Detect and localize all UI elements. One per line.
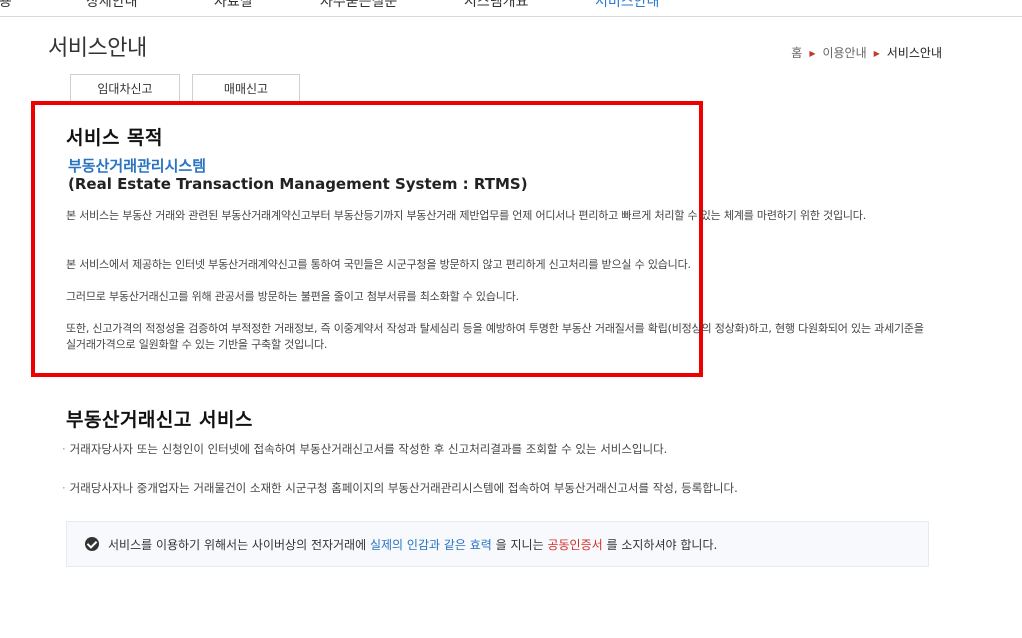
purpose-paragraph: 또한, 신고가격의 적정성을 검증하여 부적정한 거래정보, 즉 이중계약서 작… (66, 322, 924, 351)
nav-item-2[interactable]: 상세안내 (86, 0, 138, 11)
notice-highlight-certificate: 공동인증서 (547, 538, 603, 552)
purpose-paragraph-1-wrap: 본 서비스는 부동산 거래와 관련된 부동산거래계약신고부터 부동산등기까지 부… (66, 208, 926, 224)
bullet-dot-icon: · (62, 481, 66, 495)
notice-prefix: 서비스를 이용하기 위해서는 사이버상의 전자거래에 (108, 538, 367, 552)
purpose-paragraph: 본 서비스는 부동산 거래와 관련된 부동산거래계약신고부터 부동산등기까지 부… (66, 209, 867, 222)
system-name: 부동산거래관리시스템 (68, 157, 207, 175)
service-heading-wrap: 부동산거래신고 서비스 (66, 405, 253, 432)
service-list-item: · 거래당사자나 중개업자는 거래물건이 소재한 시군구청 홈페이지의 부동산거래… (62, 480, 738, 496)
system-english-name: (Real Estate Transaction Management Syst… (68, 175, 528, 193)
purpose-paragraph-2-wrap: 본 서비스에서 제공하는 인터넷 부동산거래계약신고를 통하여 국민들은 시군구… (66, 257, 926, 273)
tab-sale-report[interactable]: 매매신고 (192, 74, 300, 101)
tab-lease-report[interactable]: 임대차신고 (70, 74, 180, 101)
service-heading: 부동산거래신고 서비스 (66, 409, 253, 431)
notice-suffix: 를 소지하셔야 합니다. (606, 538, 718, 552)
purpose-paragraph-4-wrap: 또한, 신고가격의 적정성을 검증하여 부적정한 거래정보, 즉 이중계약서 작… (66, 321, 926, 353)
purpose-paragraph: 그러므로 부동산거래신고를 위해 관공서를 방문하는 불편을 줄이고 첨부서류를… (66, 290, 519, 303)
nav-item-5[interactable]: 시스템개요 (464, 0, 528, 11)
notice-middle: 을 지니는 (495, 538, 544, 552)
page-title: 서비스안내 (48, 36, 147, 61)
notice-text: 서비스를 이용하기 위해서는 사이버상의 전자거래에 실제의 인감과 같은 효력… (108, 536, 717, 553)
purpose-paragraph-3-wrap: 그러므로 부동산거래신고를 위해 관공서를 방문하는 불편을 줄이고 첨부서류를… (66, 289, 926, 305)
service-list-item: · 거래자당사자 또는 신청인이 인터넷에 접속하여 부동산거래신고서를 작성한 … (62, 441, 667, 457)
system-name-wrap: 부동산거래관리시스템 (68, 155, 206, 176)
breadcrumb-home[interactable]: 홈 (791, 46, 802, 60)
purpose-heading: 서비스 목적 (66, 127, 164, 149)
check-circle-icon (85, 537, 99, 551)
purpose-paragraph: 본 서비스에서 제공하는 인터넷 부동산거래계약신고를 통하여 국민들은 시군구… (66, 258, 691, 271)
service-item-text: 거래당사자나 중개업자는 거래물건이 소재한 시군구청 홈페이지의 부동산거래관… (69, 481, 738, 495)
breadcrumb-current: 서비스안내 (886, 46, 942, 60)
notice-highlight-effect: 실제의 인감과 같은 효력 (369, 538, 492, 552)
nav-item-4[interactable]: 자주묻는질문 (320, 0, 397, 11)
breadcrumb-level1[interactable]: 이용안내 (822, 46, 866, 60)
breadcrumb-arrow-icon: ▶ (809, 49, 816, 58)
nav-item-3[interactable]: 자료실 (214, 0, 253, 11)
purpose-heading-wrap: 서비스 목적 (66, 123, 163, 150)
service-item-text: 거래자당사자 또는 신청인이 인터넷에 접속하여 부동산거래신고서를 작성한 후… (69, 442, 668, 456)
certificate-notice: 서비스를 이용하기 위해서는 사이버상의 전자거래에 실제의 인감과 같은 효력… (66, 521, 929, 567)
bullet-dot-icon: · (62, 442, 66, 456)
top-navigation: 이용 상세안내 자료실 자주묻는질문 시스템개요 서비스안내 (0, 0, 1022, 17)
nav-item-1[interactable]: 이용 (0, 0, 12, 11)
breadcrumb-arrow-icon: ▶ (873, 49, 880, 58)
system-en-wrap: (Real Estate Transaction Management Syst… (68, 175, 528, 193)
breadcrumb: 홈 ▶ 이용안내 ▶ 서비스안내 (791, 44, 942, 61)
nav-item-service-info[interactable]: 서비스안내 (595, 0, 659, 11)
